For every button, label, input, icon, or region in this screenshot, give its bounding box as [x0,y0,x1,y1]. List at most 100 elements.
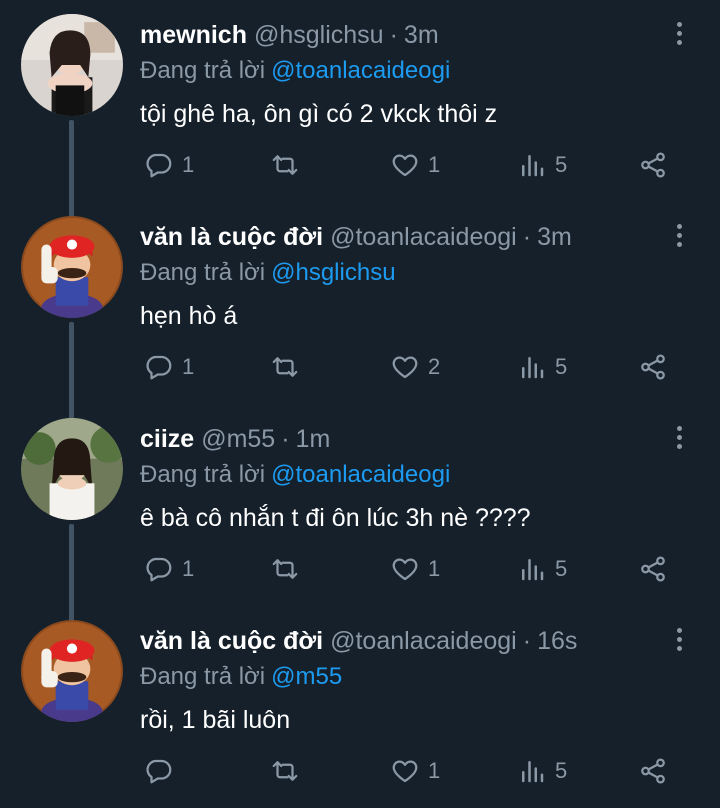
tweet[interactable]: văn là cuộc đời @toanlacaideogi · 3m Đang t… [0,202,720,422]
tweet-actions: 1 1 5 [140,147,680,183]
display-name[interactable]: văn là cuộc đời [140,627,323,655]
retweet-icon [272,357,298,377]
replying-to: Đang trả lời @toanlacaideogi [140,54,450,88]
share-icon [641,152,665,178]
reply-button[interactable]: 1 [144,147,194,183]
tweet-text: hẹn hò á [140,302,238,330]
views-count: 5 [555,556,568,581]
reply-button[interactable]: 1 [144,551,194,587]
user-handle[interactable]: @toanlacaideogi [330,223,517,251]
avatar[interactable] [21,620,123,722]
reply-mention-link[interactable]: @toanlacaideogi [271,461,450,488]
like-button[interactable]: 2 [390,349,440,385]
reply-icon [146,759,172,784]
replying-to: Đang trả lời @m55 [140,660,342,694]
retweet-button[interactable] [270,147,308,183]
views-button[interactable]: 5 [517,551,567,587]
replying-to-label: Đang trả lời [140,461,266,488]
user-handle[interactable]: @hsglichsu [254,21,384,49]
tweet-header: văn là cuộc đời @toanlacaideogi · 16s [140,624,577,658]
display-name[interactable]: mewnich [140,21,247,49]
views-icon [522,761,544,783]
views-icon [522,559,544,581]
reply-mention-link[interactable]: @hsglichsu [271,259,395,286]
like-count: 1 [428,556,441,581]
tweet-header: văn là cuộc đời @toanlacaideogi · 3m [140,220,572,254]
like-button[interactable]: 1 [390,147,440,183]
retweet-icon [272,155,298,175]
like-icon [392,760,418,783]
tweet-actions: 1 1 5 [140,551,680,587]
more-options-icon[interactable] [674,426,684,456]
timestamp[interactable]: 3m [404,21,439,49]
separator-dot: · [389,21,398,49]
display-name[interactable]: văn là cuộc đời [140,223,323,251]
more-options-icon[interactable] [674,628,684,658]
share-icon [641,758,665,784]
user-handle[interactable]: @toanlacaideogi [330,627,517,655]
reply-mention-link[interactable]: @toanlacaideogi [271,57,450,84]
views-count: 5 [555,152,568,177]
display-name[interactable]: ciize [140,425,194,453]
separator-dot: · [281,425,290,453]
reply-count: 1 [182,354,195,379]
like-icon [392,356,418,379]
views-button[interactable]: 5 [517,147,567,183]
retweet-button[interactable] [270,753,308,789]
like-icon [392,154,418,177]
tweet[interactable]: mewnich @hsglichsu · 3m Đang trả lời @toanla… [0,0,720,220]
tweet[interactable]: ciize @m55 · 1m Đang trả lời @toanlacaideogi… [0,404,720,624]
replying-to: Đang trả lời @hsglichsu [140,256,396,290]
like-count: 1 [428,758,441,783]
tweet-actions: 1 2 5 [140,349,680,385]
views-icon [522,357,544,379]
tweet-text: rồi, 1 bãi luôn [140,706,291,734]
reply-mention-link[interactable]: @m55 [271,663,342,690]
views-button[interactable]: 5 [517,753,567,789]
reply-icon [146,557,172,582]
retweet-button[interactable] [270,349,308,385]
reply-icon [146,355,172,380]
tweet-text: tội ghê ha, ôn gì có 2 vkck thôi z [140,100,498,128]
more-options-icon[interactable] [674,22,684,52]
reply-count: 1 [182,152,195,177]
reply-icon [146,153,172,178]
share-icon [641,556,665,582]
separator-dot: · [522,627,532,655]
separator-dot: · [522,223,532,251]
user-handle[interactable]: @m55 [201,425,275,453]
like-button[interactable]: 1 [390,551,440,587]
share-button[interactable] [638,349,668,385]
timestamp[interactable]: 16s [537,627,577,655]
timestamp[interactable]: 3m [537,223,572,251]
avatar[interactable] [21,418,123,520]
replying-to: Đang trả lời @toanlacaideogi [140,458,450,492]
reply-count: 1 [182,556,195,581]
reply-button[interactable] [144,753,182,789]
retweet-button[interactable] [270,551,308,587]
share-icon [641,354,665,380]
replying-to-label: Đang trả lời [140,663,266,690]
views-count: 5 [555,758,568,783]
tweet-text: ê bà cô nhắn t đi ôn lúc 3h nè ???? [140,504,531,532]
share-button[interactable] [638,147,668,183]
timestamp[interactable]: 1m [296,425,331,453]
avatar[interactable] [21,14,123,116]
share-button[interactable] [638,551,668,587]
reply-thread: mewnich @hsglichsu · 3m Đang trả lời @toanla… [0,0,720,804]
replying-to-label: Đang trả lời [140,259,266,286]
reply-button[interactable]: 1 [144,349,194,385]
retweet-icon [272,761,298,781]
tweet-header: ciize @m55 · 1m [140,422,330,456]
like-count: 2 [428,354,441,379]
retweet-icon [272,559,298,579]
more-options-icon[interactable] [674,224,684,254]
like-icon [392,558,418,581]
tweet[interactable]: văn là cuộc đời @toanlacaideogi · 16s Đang … [0,606,720,808]
avatar[interactable] [21,216,123,318]
share-button[interactable] [638,753,668,789]
like-count: 1 [428,152,441,177]
views-count: 5 [555,354,568,379]
views-button[interactable]: 5 [517,349,567,385]
like-button[interactable]: 1 [390,753,440,789]
